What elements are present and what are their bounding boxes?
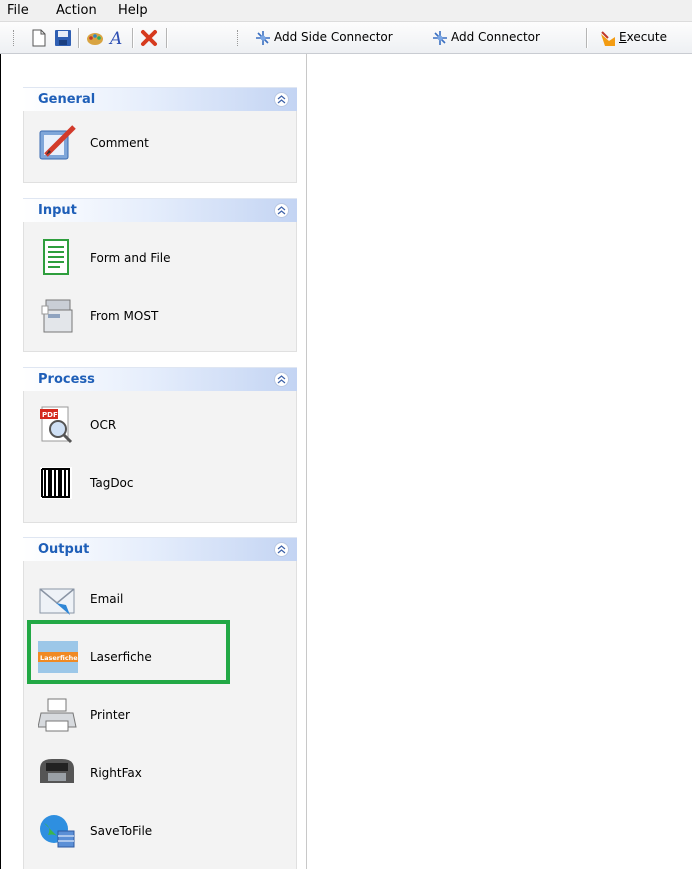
pane-splitter[interactable]: [306, 54, 307, 869]
new-document-icon[interactable]: [30, 29, 48, 47]
collapse-button[interactable]: [274, 92, 289, 107]
tool-label: SaveToFile: [90, 824, 153, 838]
tool-label: Email: [90, 592, 124, 606]
group-title: Process: [38, 372, 95, 387]
tool-form-and-file[interactable]: Form and File: [38, 236, 288, 280]
font-icon[interactable]: A: [108, 29, 126, 47]
group-general: General Comment: [23, 87, 297, 183]
group-header-general[interactable]: General: [23, 87, 297, 112]
tool-tagdoc[interactable]: TagDoc: [38, 461, 288, 505]
group-header-input[interactable]: Input: [23, 198, 297, 223]
tool-printer[interactable]: Printer: [38, 693, 288, 737]
globe-save-icon: [40, 815, 75, 848]
tool-label: Form and File: [90, 251, 171, 265]
form-file-icon: [43, 239, 69, 275]
tool-savetofile[interactable]: SaveToFile: [38, 809, 288, 853]
group-process: Process PDF OCR TagDoc: [23, 367, 297, 523]
group-body: PDF OCR TagDoc: [23, 391, 297, 523]
toolbox-pane: General Comment Input Form and File From…: [23, 77, 297, 869]
email-icon: [39, 588, 75, 615]
connector-icon: [256, 31, 270, 45]
tool-email[interactable]: Email: [38, 577, 288, 621]
tool-label: OCR: [90, 418, 117, 432]
chevron-up-icon: [277, 375, 286, 384]
tool-label: TagDoc: [90, 476, 134, 490]
toolbar-grip[interactable]: [237, 30, 240, 46]
collapse-button[interactable]: [274, 372, 289, 387]
tool-rightfax[interactable]: RightFax: [38, 751, 288, 795]
group-title: Input: [38, 203, 77, 218]
group-header-output[interactable]: Output: [23, 537, 297, 562]
toolbar-grip[interactable]: [13, 30, 16, 46]
execute-icon: [601, 31, 615, 46]
add-connector-label: Add Connector: [451, 30, 540, 44]
palette-icon[interactable]: [86, 29, 104, 47]
delete-icon[interactable]: [140, 29, 158, 47]
execute-label: Execute: [619, 30, 667, 44]
pdf-ocr-icon: PDF: [40, 406, 73, 444]
connector-icon: [433, 31, 447, 45]
group-body: Email Laserfiche Laserfiche Printer Righ…: [23, 561, 297, 869]
group-title: Output: [38, 542, 90, 557]
workflow-canvas[interactable]: [307, 54, 692, 869]
svg-text:PDF: PDF: [42, 411, 58, 419]
tool-from-most[interactable]: From MOST: [38, 294, 288, 338]
save-icon[interactable]: [54, 29, 72, 47]
chevron-up-icon: [277, 206, 286, 215]
barcode-icon: [40, 467, 72, 499]
toolbar: A Add Side Connector Add Connector Execu…: [0, 22, 692, 54]
chevron-up-icon: [277, 545, 286, 554]
collapse-button[interactable]: [274, 203, 289, 218]
group-body: Comment: [23, 111, 297, 183]
comment-icon: [39, 125, 76, 160]
add-side-connector-label: Add Side Connector: [274, 30, 393, 44]
tool-comment[interactable]: Comment: [38, 121, 288, 165]
group-header-process[interactable]: Process: [23, 367, 297, 392]
window-border: [0, 54, 1, 869]
group-output: Output Email Laserfiche Laserfiche Print…: [23, 537, 297, 869]
menu-help[interactable]: Help: [118, 3, 148, 18]
tool-label: RightFax: [90, 766, 142, 780]
fax-icon: [40, 759, 74, 783]
printer-icon: [38, 698, 77, 732]
tool-label: Comment: [90, 136, 149, 150]
collapse-button[interactable]: [274, 542, 289, 557]
tool-ocr[interactable]: PDF OCR: [38, 403, 288, 447]
toolbar-separator: [586, 28, 588, 48]
menu-bar: File Action Help: [0, 0, 692, 22]
tool-label: Printer: [90, 708, 130, 722]
toolbar-separator: [166, 28, 168, 48]
svg-text:A: A: [108, 29, 122, 47]
group-title: General: [38, 92, 96, 107]
mfp-icon: [41, 299, 73, 333]
selection-highlight: [27, 620, 230, 684]
toolbar-separator: [78, 28, 80, 48]
tool-label: From MOST: [90, 309, 159, 323]
group-input: Input Form and File From MOST: [23, 198, 297, 352]
toolbar-separator: [132, 28, 134, 48]
chevron-up-icon: [277, 95, 286, 104]
group-body: Form and File From MOST: [23, 222, 297, 352]
menu-file[interactable]: File: [7, 3, 29, 18]
menu-action[interactable]: Action: [56, 3, 97, 18]
